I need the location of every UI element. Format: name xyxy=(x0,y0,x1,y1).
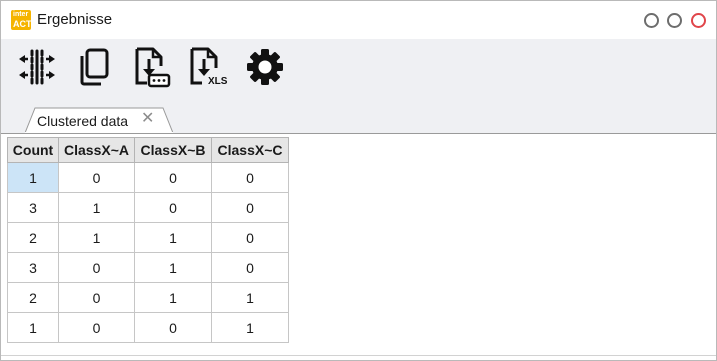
table-row: 2 1 1 0 xyxy=(7,222,289,253)
minimize-button[interactable] xyxy=(644,13,659,28)
table-cell[interactable]: 0 xyxy=(134,192,212,223)
table-cell[interactable]: 1 xyxy=(7,162,59,193)
column-header-classx-c[interactable]: ClassX~C xyxy=(211,137,289,163)
export-xls-button[interactable]: XLS xyxy=(185,44,231,90)
table-cell[interactable]: 1 xyxy=(211,312,289,343)
table-cell[interactable]: 0 xyxy=(58,312,135,343)
table-cell[interactable]: 1 xyxy=(58,222,135,253)
table-cell[interactable]: 0 xyxy=(211,162,289,193)
adjust-columns-icon xyxy=(19,49,55,85)
table-cell[interactable]: 2 xyxy=(7,222,59,253)
table-cell[interactable]: 3 xyxy=(7,252,59,283)
settings-button[interactable] xyxy=(242,44,288,90)
table-cell[interactable]: 1 xyxy=(211,282,289,313)
table-cell[interactable]: 3 xyxy=(7,192,59,223)
table-row: 2 0 1 1 xyxy=(7,282,289,313)
table-cell[interactable]: 0 xyxy=(211,192,289,223)
app-logo-text-top: inter xyxy=(13,11,29,18)
tab-strip: Clustered data ✕ xyxy=(1,97,716,133)
table-cell[interactable]: 0 xyxy=(134,312,212,343)
table-cell[interactable]: 0 xyxy=(58,252,135,283)
column-header-count[interactable]: Count xyxy=(7,137,59,163)
table-cell[interactable]: 1 xyxy=(134,222,212,253)
maximize-button[interactable] xyxy=(667,13,682,28)
table-cell[interactable]: 1 xyxy=(58,192,135,223)
table-header-row: Count ClassX~A ClassX~B ClassX~C xyxy=(7,137,289,163)
table-cell[interactable]: 0 xyxy=(211,222,289,253)
tab-close-icon[interactable]: ✕ xyxy=(141,110,154,128)
export-download-icon xyxy=(135,47,171,88)
settings-gear-icon xyxy=(247,49,283,85)
table-row: 3 0 1 0 xyxy=(7,252,289,283)
toolbar: XLS xyxy=(1,39,716,97)
table-row: 1 0 0 0 xyxy=(7,162,289,193)
copy-icon xyxy=(80,48,109,86)
table-cell[interactable]: 1 xyxy=(134,252,212,283)
window-title: Ergebnisse xyxy=(37,11,113,28)
adjust-columns-button[interactable] xyxy=(14,44,60,90)
data-grid-panel: Count ClassX~A ClassX~B ClassX~C 1 0 0 0… xyxy=(1,133,716,356)
table-cell[interactable]: 0 xyxy=(58,282,135,313)
column-header-classx-b[interactable]: ClassX~B xyxy=(134,137,212,163)
copy-button[interactable] xyxy=(71,44,117,90)
close-window-button[interactable] xyxy=(691,13,706,28)
column-header-classx-a[interactable]: ClassX~A xyxy=(58,137,135,163)
table-cell[interactable]: 0 xyxy=(58,162,135,193)
table-cell[interactable]: 0 xyxy=(134,162,212,193)
table-row: 1 0 0 1 xyxy=(7,312,289,343)
bottom-divider xyxy=(1,355,716,356)
table-cell[interactable]: 2 xyxy=(7,282,59,313)
table-row: 3 1 0 0 xyxy=(7,192,289,223)
results-window: inter ACT Ergebnisse XLS Clustered data … xyxy=(0,0,717,361)
app-logo-text-bottom: ACT xyxy=(13,19,32,29)
export-button[interactable] xyxy=(128,44,174,90)
title-bar: inter ACT Ergebnisse xyxy=(1,1,716,39)
tab-label: Clustered data xyxy=(37,113,129,129)
xls-badge-label: XLS xyxy=(208,76,228,87)
app-logo-icon: inter ACT xyxy=(11,10,32,30)
tab-clustered-data[interactable]: Clustered data ✕ xyxy=(25,107,173,133)
table-cell[interactable]: 1 xyxy=(7,312,59,343)
clustered-data-table: Count ClassX~A ClassX~B ClassX~C 1 0 0 0… xyxy=(7,137,289,343)
table-cell[interactable]: 1 xyxy=(134,282,212,313)
table-cell[interactable]: 0 xyxy=(211,252,289,283)
